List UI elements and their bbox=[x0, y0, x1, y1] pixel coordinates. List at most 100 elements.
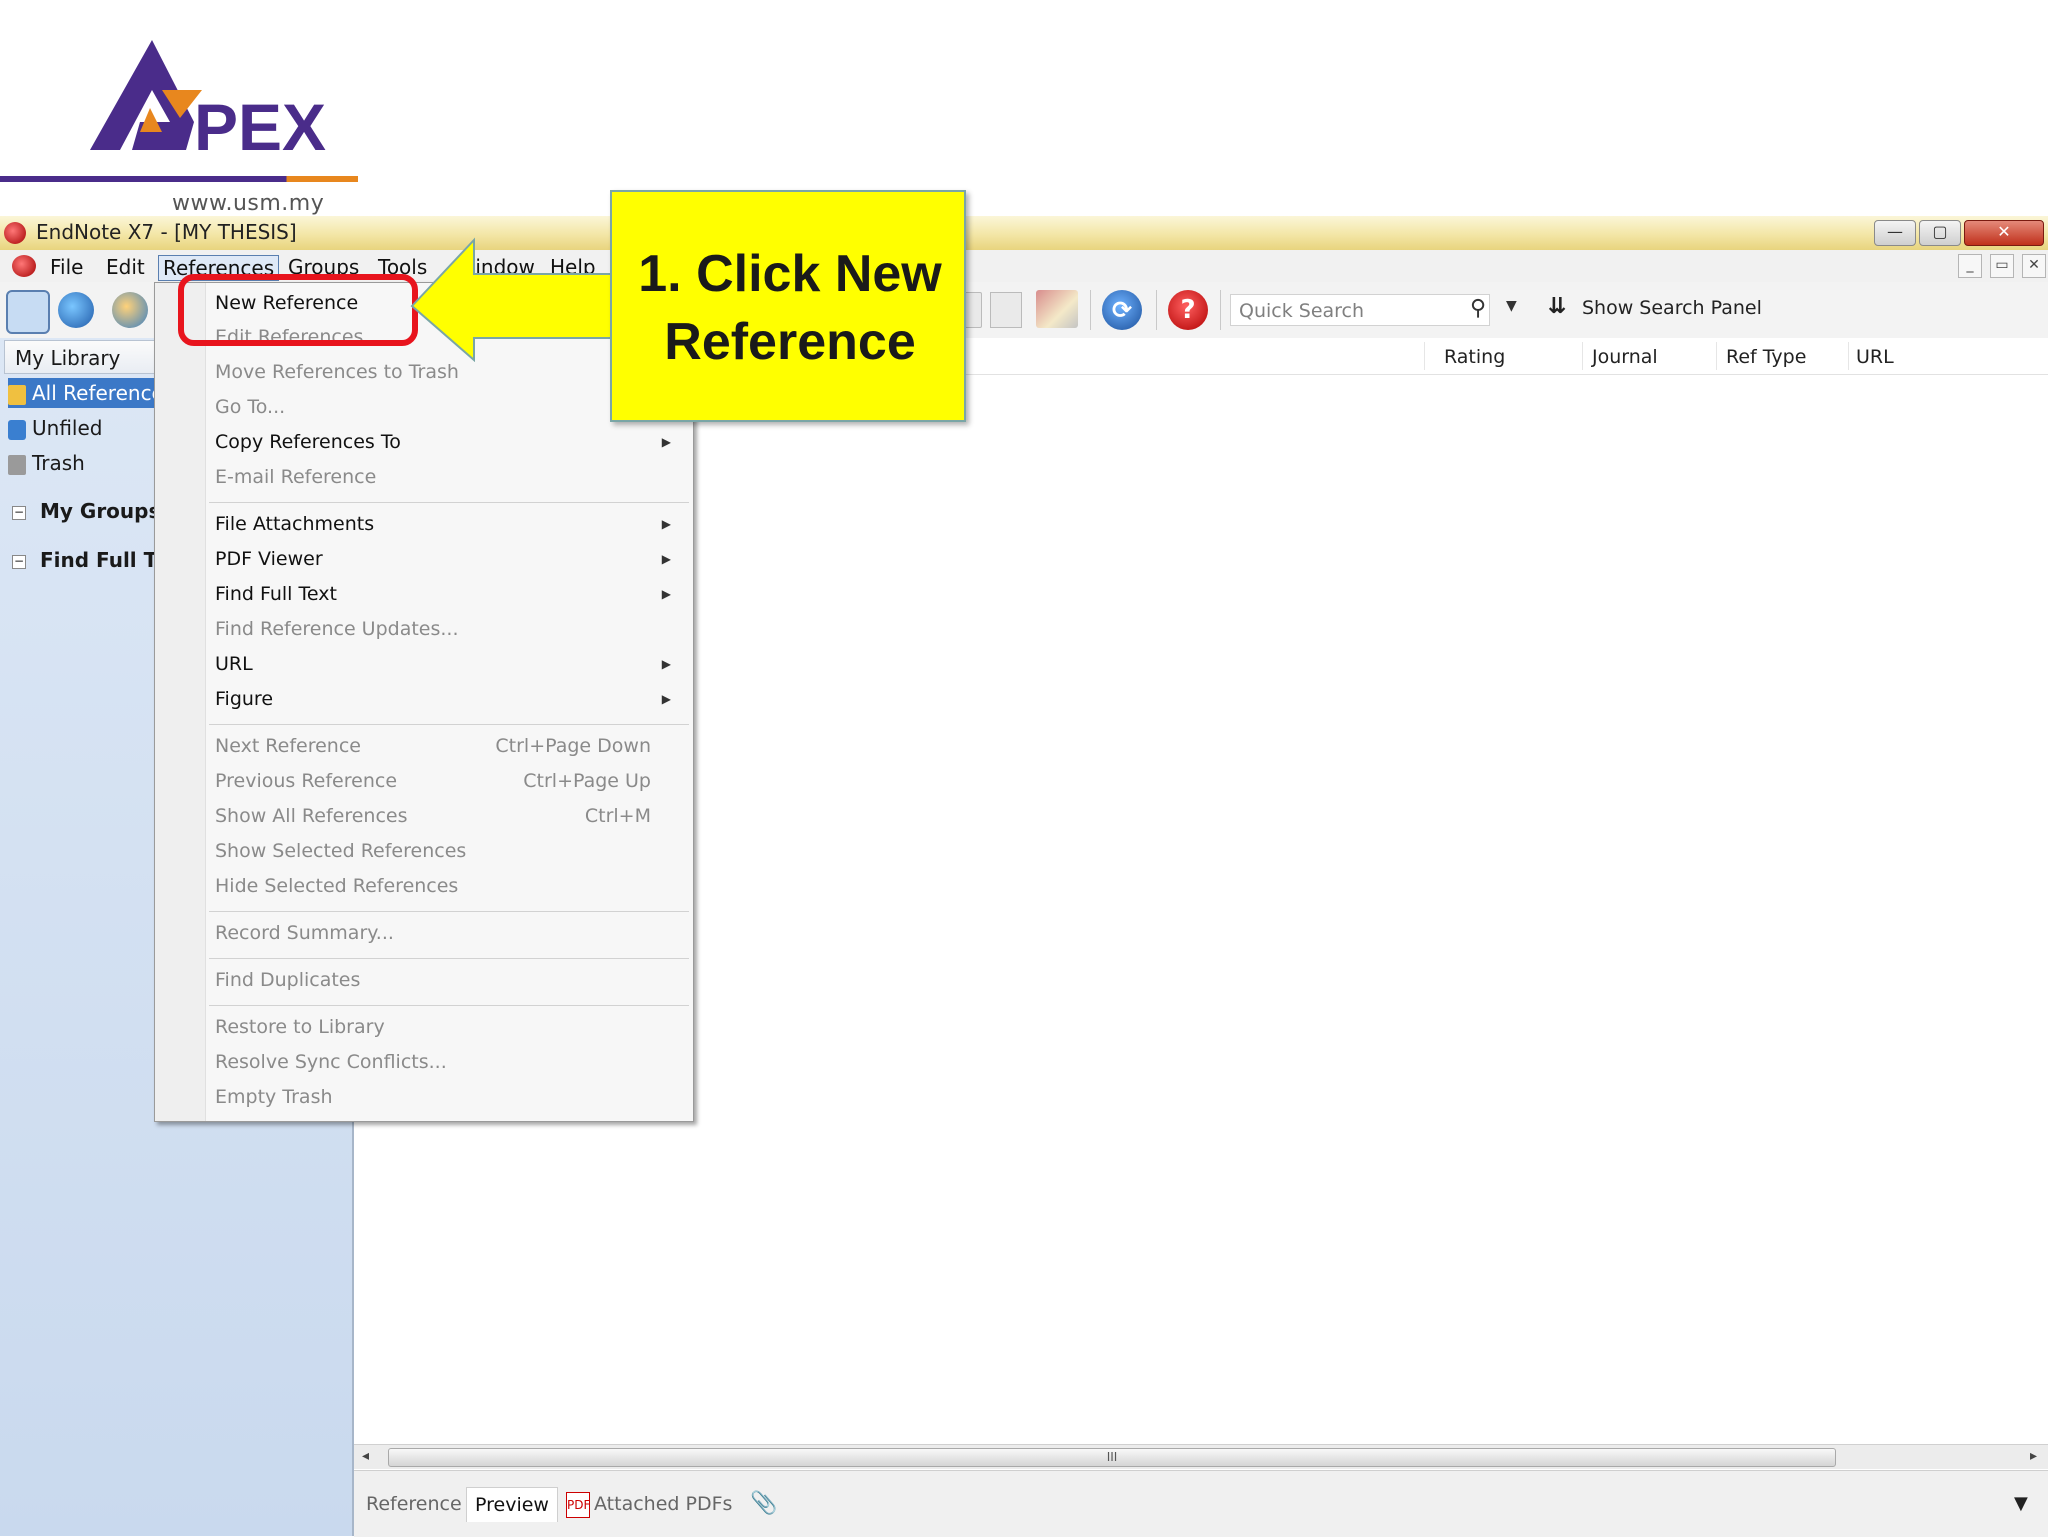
menu-edit[interactable]: Edit bbox=[102, 255, 149, 279]
trash-icon bbox=[8, 454, 26, 475]
menu-item-label: Find Duplicates bbox=[215, 969, 361, 991]
column-journal[interactable]: Journal bbox=[1592, 346, 1658, 368]
menu-item-hide-selected-references[interactable]: Hide Selected References bbox=[215, 870, 685, 902]
menu-item-url[interactable]: URL ▶ bbox=[215, 648, 685, 680]
group-set-label: My Groups bbox=[40, 499, 161, 523]
search-options-dropdown-icon[interactable]: ▼ bbox=[1506, 298, 1517, 314]
scrollbar-thumb[interactable]: III bbox=[388, 1448, 1836, 1467]
endnote-menu-icon[interactable] bbox=[12, 255, 36, 277]
submenu-arrow-icon: ▶ bbox=[661, 435, 671, 449]
menu-item-label: Previous Reference bbox=[215, 770, 398, 792]
menu-item-shortcut: Ctrl+M bbox=[584, 805, 651, 827]
submenu-arrow-icon: ▶ bbox=[661, 587, 671, 601]
tab-attached-pdfs[interactable]: PDF Attached PDFs bbox=[558, 1487, 740, 1521]
menu-item-label: Restore to Library bbox=[215, 1016, 385, 1038]
column-rating[interactable]: Rating bbox=[1444, 346, 1505, 368]
help-icon[interactable]: ? bbox=[1168, 290, 1208, 330]
mdi-close-button[interactable]: ✕ bbox=[2022, 254, 2046, 278]
menu-item-email-reference[interactable]: E-mail Reference bbox=[215, 461, 685, 493]
tab-preview[interactable]: Preview bbox=[466, 1487, 558, 1522]
menu-item-find-full-text[interactable]: Find Full Text ▶ bbox=[215, 578, 685, 610]
horizontal-scrollbar[interactable]: ◂ III ▸ bbox=[354, 1444, 2048, 1469]
submenu-arrow-icon: ▶ bbox=[661, 657, 671, 671]
menu-item-figure[interactable]: Figure ▶ bbox=[215, 683, 685, 715]
chevron-double-down-icon[interactable]: ⇊ bbox=[1548, 294, 1566, 319]
local-library-mode-icon[interactable] bbox=[6, 290, 50, 334]
quick-search-input[interactable]: Quick Search bbox=[1230, 294, 1490, 326]
group-trash[interactable]: Trash bbox=[8, 448, 85, 478]
callout-text: 1. Click New Reference bbox=[638, 245, 942, 371]
collapse-toggle-icon[interactable]: − bbox=[12, 554, 26, 569]
menu-item-label: Find Reference Updates... bbox=[215, 618, 459, 640]
menu-item-label: Show Selected References bbox=[215, 840, 467, 862]
menu-item-find-reference-updates[interactable]: Find Reference Updates... bbox=[215, 613, 685, 645]
mdi-restore-button[interactable]: ▭ bbox=[1990, 254, 2014, 278]
format-bibliography-icon[interactable] bbox=[990, 292, 1022, 328]
menu-separator bbox=[209, 911, 689, 912]
menu-item-next-reference[interactable]: Next Reference Ctrl+Page Down bbox=[215, 730, 685, 762]
column-ref-type[interactable]: Ref Type bbox=[1726, 346, 1806, 368]
menu-item-pdf-viewer[interactable]: PDF Viewer ▶ bbox=[215, 543, 685, 575]
menu-file[interactable]: File bbox=[46, 255, 87, 279]
maximize-button[interactable]: ▢ bbox=[1919, 220, 1961, 246]
group-label: Trash bbox=[32, 451, 85, 475]
group-label: All References bbox=[32, 381, 175, 405]
apex-logo: PEX bbox=[90, 40, 326, 160]
return-to-document-icon[interactable] bbox=[1036, 290, 1078, 328]
tab-label: Attached PDFs bbox=[594, 1493, 733, 1515]
menu-separator bbox=[209, 502, 689, 503]
column-separator bbox=[1716, 342, 1717, 370]
menu-item-label: Copy References To bbox=[215, 431, 401, 453]
menu-item-restore-to-library[interactable]: Restore to Library bbox=[215, 1011, 685, 1043]
paperclip-icon[interactable]: 📎 bbox=[750, 1491, 777, 1516]
bottom-tab-bar: Reference Preview PDF Attached PDFs 📎 ▼ bbox=[354, 1470, 2048, 1537]
scroll-right-icon[interactable]: ▸ bbox=[2030, 1448, 2037, 1464]
menu-item-label: Move References to Trash bbox=[215, 361, 459, 383]
menu-item-copy-references-to[interactable]: Copy References To ▶ bbox=[215, 426, 685, 458]
menu-item-label: Empty Trash bbox=[215, 1086, 333, 1108]
menu-icon-gutter bbox=[155, 283, 206, 1121]
menu-item-label: Record Summary... bbox=[215, 922, 394, 944]
menu-item-label: URL bbox=[215, 653, 253, 675]
endnote-app-icon bbox=[4, 222, 26, 244]
menu-separator bbox=[209, 724, 689, 725]
unfiled-folder-icon bbox=[8, 419, 26, 440]
menu-item-find-duplicates[interactable]: Find Duplicates bbox=[215, 964, 685, 996]
close-button[interactable]: ✕ bbox=[1964, 220, 2044, 246]
group-set-my-groups[interactable]: − My Groups bbox=[12, 496, 160, 526]
show-search-panel-button[interactable]: Show Search Panel bbox=[1582, 297, 1762, 319]
menu-item-label: PDF Viewer bbox=[215, 548, 323, 570]
scroll-left-icon[interactable]: ◂ bbox=[362, 1448, 369, 1464]
column-url[interactable]: URL bbox=[1856, 346, 1894, 368]
menu-item-empty-trash[interactable]: Empty Trash bbox=[215, 1081, 685, 1113]
svg-text:PEX: PEX bbox=[194, 90, 326, 160]
integrated-library-mode-icon[interactable] bbox=[112, 292, 148, 328]
tab-reference[interactable]: Reference bbox=[358, 1487, 470, 1521]
minimize-button[interactable]: — bbox=[1874, 220, 1916, 246]
menu-item-label: Figure bbox=[215, 688, 274, 710]
menu-item-show-selected-references[interactable]: Show Selected References bbox=[215, 835, 685, 867]
search-icon[interactable]: ⚲ bbox=[1470, 296, 1486, 321]
menu-separator bbox=[209, 958, 689, 959]
submenu-arrow-icon: ▶ bbox=[661, 552, 671, 566]
menu-item-resolve-sync-conflicts[interactable]: Resolve Sync Conflicts... bbox=[215, 1046, 685, 1078]
window-titlebar: EndNote X7 - [MY THESIS] — ▢ ✕ bbox=[0, 216, 2048, 251]
window-title: EndNote X7 - [MY THESIS] bbox=[36, 220, 297, 244]
menu-item-label: File Attachments bbox=[215, 513, 375, 535]
column-separator bbox=[1424, 342, 1425, 370]
collapse-toggle-icon[interactable]: − bbox=[12, 505, 26, 520]
mdi-minimize-button[interactable]: _ bbox=[1958, 254, 1982, 278]
expand-panel-icon[interactable]: ▼ bbox=[2014, 1493, 2028, 1514]
online-search-mode-icon[interactable] bbox=[58, 292, 94, 328]
menu-item-show-all-references[interactable]: Show All References Ctrl+M bbox=[215, 800, 685, 832]
sync-icon[interactable]: ⟳ bbox=[1102, 290, 1142, 330]
menu-item-previous-reference[interactable]: Previous Reference Ctrl+Page Up bbox=[215, 765, 685, 797]
submenu-arrow-icon: ▶ bbox=[661, 517, 671, 531]
menu-item-record-summary[interactable]: Record Summary... bbox=[215, 917, 685, 949]
menu-item-file-attachments[interactable]: File Attachments ▶ bbox=[215, 508, 685, 540]
group-unfiled[interactable]: Unfiled bbox=[8, 413, 102, 443]
menu-item-label: Hide Selected References bbox=[215, 875, 459, 897]
pdf-icon: PDF bbox=[566, 1491, 590, 1518]
column-separator bbox=[1582, 342, 1583, 370]
menu-separator bbox=[209, 1005, 689, 1006]
